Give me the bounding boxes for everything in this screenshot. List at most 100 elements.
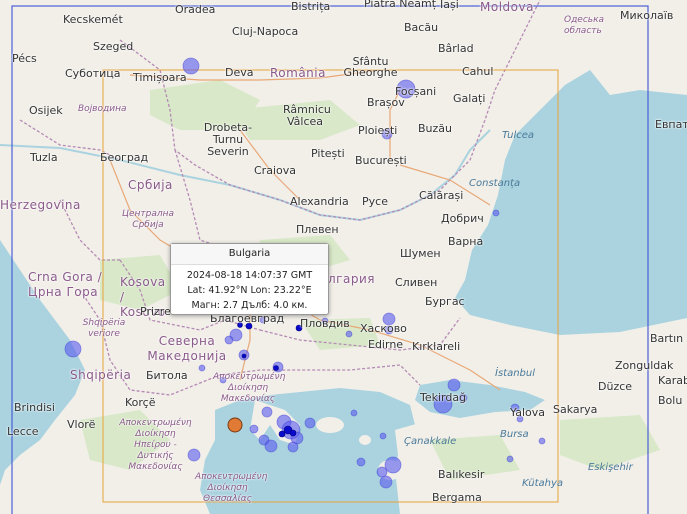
label-duzce: Düzce — [598, 380, 633, 393]
label-tulcea: Tulcea — [502, 130, 534, 141]
quake-marker — [249, 424, 259, 434]
label-deva: Deva — [225, 66, 254, 79]
label-vlore: Vlorë — [67, 418, 96, 431]
label-shumen: Шумен — [400, 247, 441, 260]
earthquake-popup: Bulgaria 2024-08-18 14:07:37 GMT Lat: 41… — [170, 243, 329, 315]
label-apokentromeni-mak: Αποκεντρωμένη Διοίκηση Μακεδονίας — [213, 372, 286, 404]
label-dobrich: Добрич — [441, 212, 484, 225]
label-kecskemet: Kecskemét — [63, 13, 123, 26]
label-central-serbia: Централна Србија — [121, 209, 175, 230]
label-brindisi: Brindisi — [14, 401, 55, 414]
label-calarasi: Călărași — [419, 189, 464, 202]
label-bacau: Bacău — [404, 21, 439, 34]
quake-marker — [304, 417, 316, 429]
label-bolu: Bolu — [658, 394, 683, 407]
label-apokentromeni-ip: Αποκεντρωμένη Διοίκηση Ηπείρου - Δυτικής… — [119, 418, 192, 472]
quake-marker — [384, 456, 402, 474]
label-shqiperia-veriore: Shqipëria veriore — [82, 318, 126, 339]
label-sfantu: Sfântu Gheorghe — [343, 55, 398, 79]
label-korce: Korçë — [125, 396, 156, 409]
quake-marker — [538, 437, 546, 445]
label-severna: Северна Македонија — [147, 334, 227, 363]
popup-title: Bulgaria — [171, 244, 328, 265]
label-craiova: Craiova — [254, 164, 296, 177]
label-romania: România — [270, 66, 326, 80]
label-bitola: Битола — [146, 369, 188, 382]
label-barlad: Bârlad — [438, 42, 474, 55]
label-bartin: Bartın — [650, 332, 684, 345]
quake-marker — [379, 475, 393, 489]
label-odesa: Одеська область — [564, 15, 605, 36]
label-haskovo: Хасково — [360, 322, 407, 335]
label-balikesir: Balıkesir — [438, 468, 485, 481]
label-karabuk: Karabü — [658, 374, 687, 387]
quake-marker-small — [273, 365, 279, 371]
label-srbija: Србија — [128, 178, 173, 192]
label-crna-gora: Crna Gora / Црна Гора — [28, 270, 103, 299]
label-pecs: Pécs — [12, 52, 37, 65]
popup-datetime: 2024-08-18 14:07:37 GMT — [186, 270, 313, 281]
quake-marker-small — [241, 353, 247, 359]
label-buzau: Buzău — [418, 122, 453, 135]
label-constanta: Constanța — [469, 178, 521, 189]
label-sliven: Сливен — [395, 276, 438, 289]
quake-marker — [356, 457, 366, 467]
label-edirne: Edirne — [368, 338, 404, 351]
label-istanbul: İstanbul — [495, 368, 536, 379]
quake-marker — [64, 340, 82, 358]
label-evpatoria: Евпатор — [655, 118, 687, 131]
label-drobeta: Drobeta-Turnu Severin — [203, 121, 253, 158]
label-yalova: Yalova — [510, 406, 545, 419]
popup-magnitude: Магн: 2.7 Дълб: 4.0 км. — [191, 300, 308, 311]
label-herzegovina: Herzegovina — [0, 198, 81, 212]
label-iasi: Iași — [440, 0, 459, 11]
label-cluj: Cluj-Napoca — [232, 25, 299, 38]
quake-marker — [261, 406, 273, 418]
label-pitesti: Pitești — [311, 147, 345, 160]
label-zonguldak: Zonguldak — [615, 359, 674, 372]
label-cahul: Cahul — [462, 65, 494, 78]
quake-marker — [350, 409, 358, 417]
label-varna: Варна — [448, 235, 484, 248]
label-bulgaria-partial: лгария — [328, 272, 375, 286]
quake-marker — [492, 209, 500, 217]
label-osijek: Osijek — [29, 104, 63, 117]
label-timisoara: Timișoara — [133, 71, 187, 84]
label-tekirdag: Tekirdağ — [420, 391, 467, 404]
label-pleven: Плевен — [296, 223, 339, 236]
selected-quake-marker — [227, 417, 243, 433]
label-mykolaiv: Миколаїв — [620, 9, 674, 22]
label-bucuresti: București — [355, 154, 407, 167]
label-ramnicu: Râmnicu Vâlcea — [283, 103, 331, 128]
label-bursa: Bursa — [500, 429, 529, 440]
label-burgas: Бургас — [425, 295, 465, 308]
quake-marker — [506, 455, 514, 463]
label-eskisehir: Eskişehir — [588, 462, 633, 473]
quake-marker-small — [278, 430, 286, 438]
label-sakarya: Sakarya — [553, 403, 598, 416]
quake-marker-small — [289, 429, 297, 437]
label-canakkale: Çanakkale — [404, 436, 457, 447]
quake-marker — [376, 466, 388, 478]
label-szeged: Szeged — [93, 40, 134, 53]
label-plovdiv: Пловдив — [300, 317, 350, 330]
label-kirklareli: Kırklareli — [412, 340, 461, 353]
label-ruse: Русе — [362, 195, 388, 208]
label-oradea: Oradea — [175, 3, 216, 16]
quake-marker — [264, 439, 278, 453]
label-bistrita: Bistrița — [291, 0, 331, 13]
quake-marker — [198, 364, 206, 372]
label-galati: Galați — [453, 92, 486, 105]
label-vojvodina: Војводина — [78, 104, 127, 114]
label-kutahya: Kütahya — [522, 478, 564, 489]
label-piatra: Piatra Neamț — [364, 0, 437, 10]
label-bergama: Bergama — [432, 491, 482, 504]
label-tuzla: Tuzla — [30, 151, 58, 164]
label-lecce: Lecce — [7, 425, 39, 438]
label-focsani: Focșani — [395, 85, 437, 98]
label-subotica: Суботица — [65, 67, 121, 80]
label-apokentromeni-th: Αποκεντρωμένη Διοίκηση Θεσσαλίας — [195, 472, 268, 504]
quake-marker — [345, 330, 353, 338]
quake-marker — [379, 432, 387, 440]
label-beograd: Београд — [100, 151, 149, 164]
